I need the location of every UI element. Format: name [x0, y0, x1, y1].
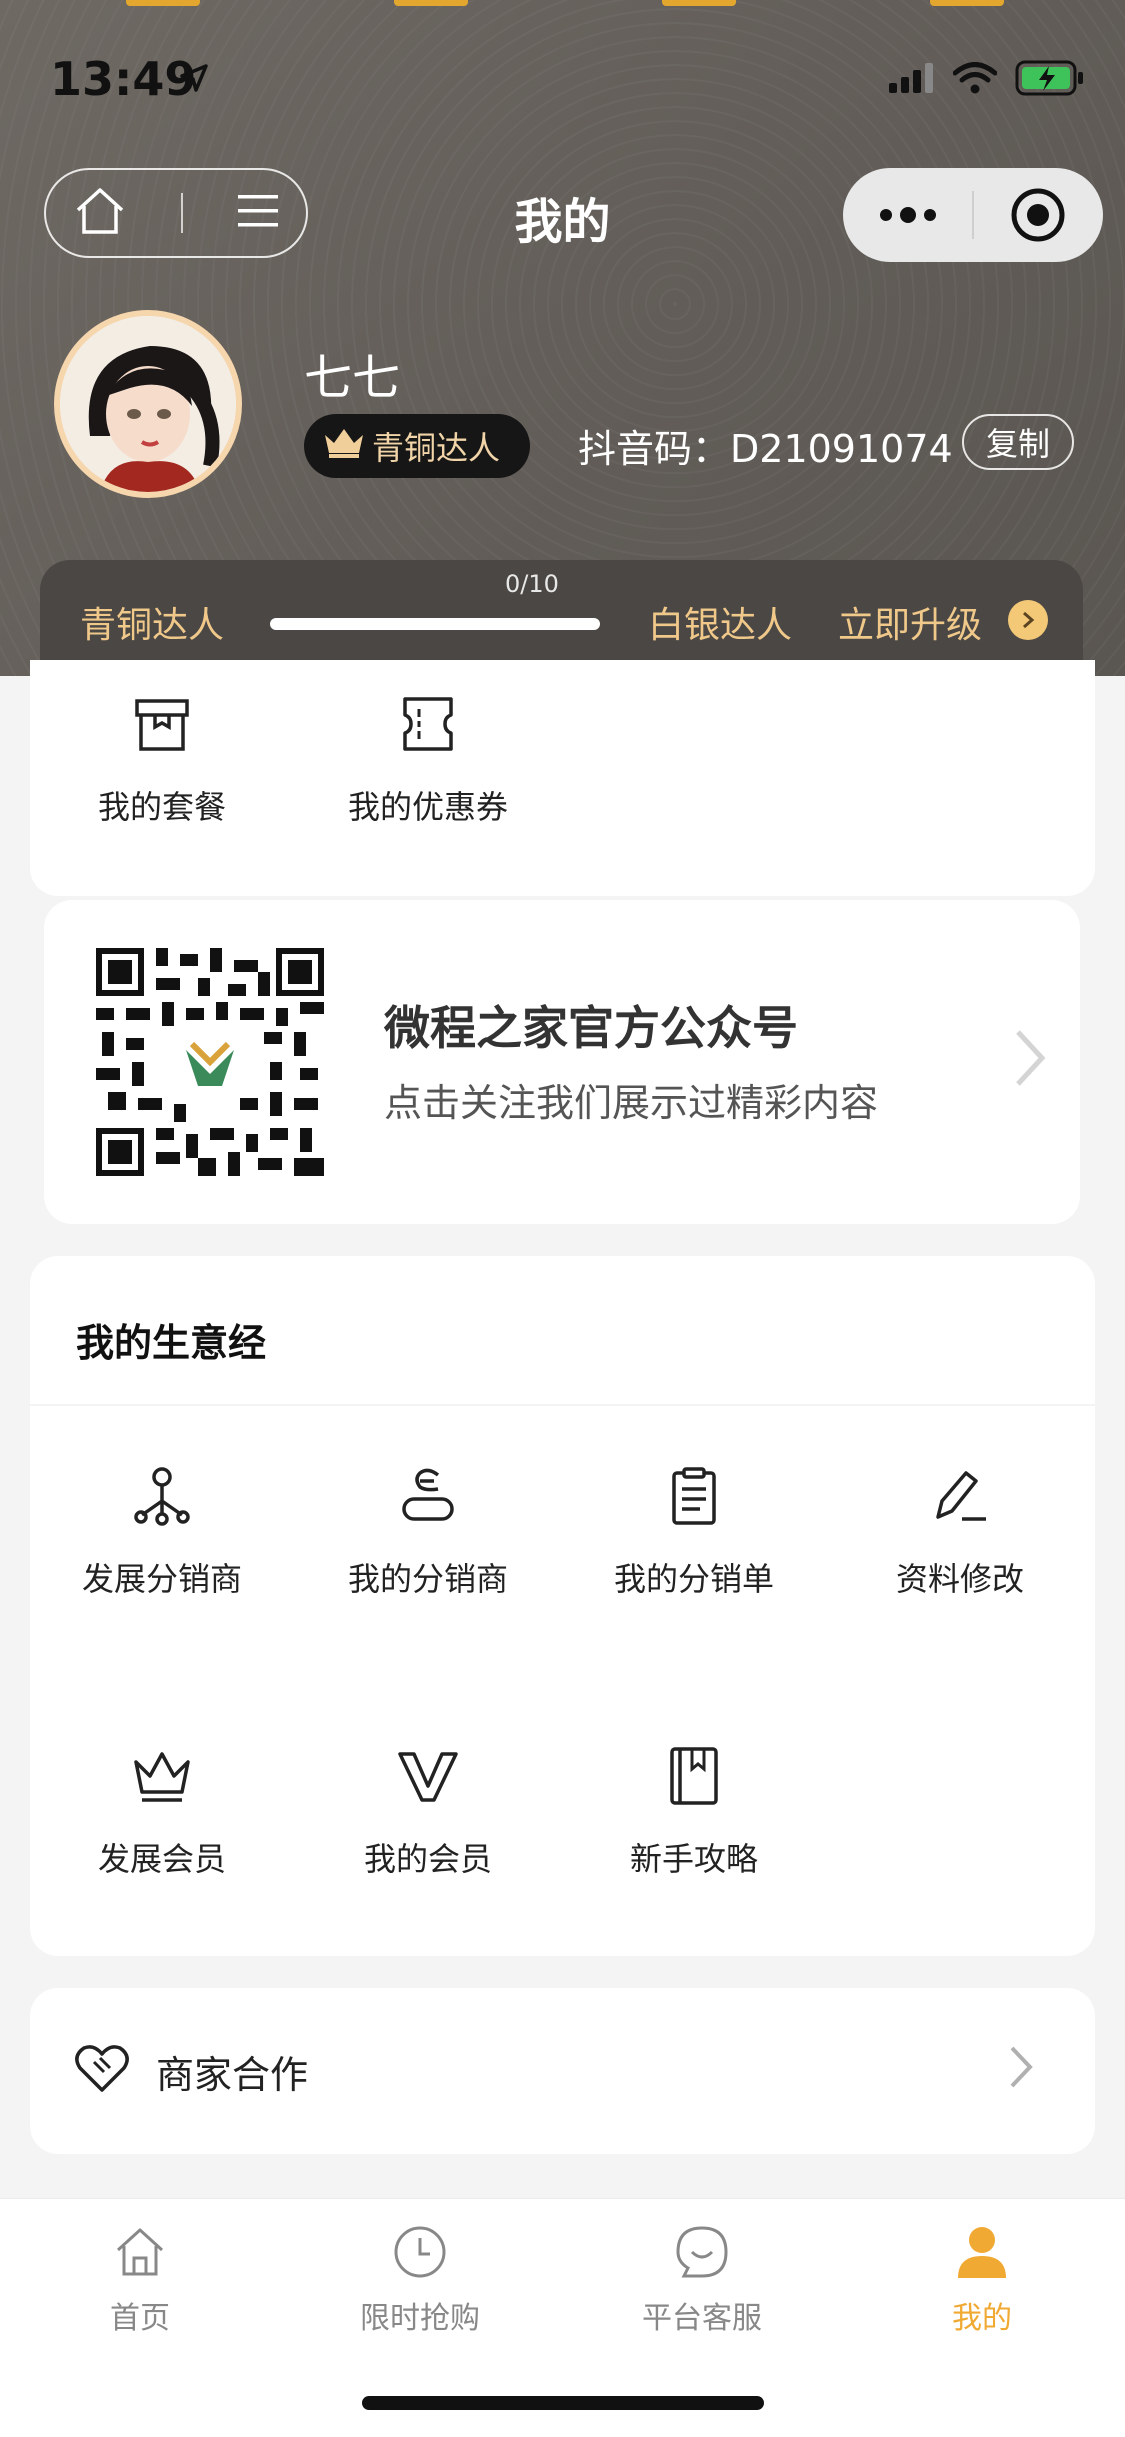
level-badge-label: 青铜达人 [372, 429, 501, 467]
official-account-subtitle: 点击关注我们展示过精彩内容 [384, 1081, 879, 1125]
business-item-my-members[interactable]: 我的会员 [328, 1736, 528, 1880]
business-item-label: 我的分销单 [613, 1560, 774, 1598]
target-icon [1011, 188, 1065, 242]
chevron-right-icon [1014, 1028, 1046, 1092]
tab-label: 平台客服 [642, 2301, 762, 2336]
tab-mine[interactable]: 我的 [882, 2217, 1082, 2337]
qr-code [96, 948, 324, 1176]
handshake-heart-icon [74, 2040, 130, 2100]
package-icon [62, 684, 262, 764]
tab-label: 我的 [952, 2301, 1012, 2336]
chevron-right-icon [1008, 2044, 1034, 2094]
home-indicator[interactable] [362, 2396, 764, 2410]
book-icon [594, 1736, 794, 1816]
status-icons [889, 60, 1085, 100]
chat-icon [602, 2217, 802, 2287]
top-marker [126, 0, 200, 6]
top-marker [394, 0, 468, 6]
merchant-cooperation-row[interactable]: 商家合作 [30, 1988, 1095, 2154]
quick-link-coupons[interactable]: 我的优惠券 [328, 684, 528, 828]
battery-icon [1015, 60, 1085, 100]
username: 七七 [304, 350, 401, 406]
edit-icon [860, 1456, 1060, 1536]
tab-home[interactable]: 首页 [40, 2217, 240, 2337]
douyin-code: 抖音码：D21091074 [578, 427, 953, 471]
more-dots-icon [879, 207, 936, 223]
top-marker [662, 0, 736, 6]
profile-header: 13:49 我的 七七 青铜达人 抖音码：D21091074 复制 青铜达人 0… [0, 0, 1125, 676]
more-button[interactable] [843, 168, 972, 262]
chevron-right-icon[interactable] [1008, 600, 1048, 640]
business-card: 我的生意经 发展分销商 我的分销商 我的分销单 资料修改 发展会员 我的会员 新… [30, 1256, 1095, 1956]
coupon-icon [328, 684, 528, 764]
next-level-label: 白银达人 [648, 605, 793, 646]
location-arrow-icon [178, 62, 210, 98]
business-item-my-distributors[interactable]: 我的分销商 [328, 1456, 528, 1600]
v-icon [328, 1736, 528, 1816]
divider [30, 1404, 1095, 1406]
business-item-edit-profile[interactable]: 资料修改 [860, 1456, 1060, 1600]
quick-link-label: 我的套餐 [97, 788, 226, 826]
distributor-icon [328, 1456, 528, 1536]
avatar-illustration [60, 316, 236, 492]
business-item-label: 发展分销商 [81, 1560, 242, 1598]
tab-flash-sale[interactable]: 限时抢购 [320, 2217, 520, 2337]
current-level-label: 青铜达人 [80, 605, 225, 646]
progress-count: 0/10 [505, 570, 559, 598]
business-item-beginner-guide[interactable]: 新手攻略 [594, 1736, 794, 1880]
tab-label: 首页 [110, 2301, 170, 2336]
progress-track [270, 618, 600, 630]
avatar[interactable] [54, 310, 242, 498]
merchant-cooperation-label: 商家合作 [156, 2053, 309, 2097]
quick-link-package[interactable]: 我的套餐 [62, 684, 262, 828]
level-badge[interactable]: 青铜达人 [304, 414, 530, 478]
crown-icon [62, 1736, 262, 1816]
clipboard-icon [594, 1456, 794, 1536]
quick-link-label: 我的优惠券 [347, 788, 508, 826]
official-account-title: 微程之家官方公众号 [384, 1001, 798, 1055]
business-item-develop-members[interactable]: 发展会员 [62, 1736, 262, 1880]
person-icon [882, 2217, 1082, 2287]
business-item-label: 我的分销商 [347, 1560, 508, 1598]
business-item-label: 我的会员 [363, 1840, 492, 1878]
official-account-card[interactable]: 微程之家官方公众号 点击关注我们展示过精彩内容 [44, 900, 1080, 1224]
upgrade-link[interactable]: 立即升级 [838, 596, 982, 648]
miniapp-capsule [843, 168, 1103, 262]
business-item-label: 发展会员 [97, 1840, 226, 1878]
crown-icon [322, 425, 366, 467]
status-time: 13:49 [50, 52, 197, 106]
network-icon [62, 1456, 262, 1536]
clock-icon [320, 2217, 520, 2287]
business-item-my-orders[interactable]: 我的分销单 [594, 1456, 794, 1600]
signal-icon [889, 63, 935, 97]
wifi-icon [952, 62, 998, 98]
copy-button[interactable]: 复制 [962, 414, 1074, 470]
top-marker [930, 0, 1004, 6]
business-item-develop-distributor[interactable]: 发展分销商 [62, 1456, 262, 1600]
close-miniapp-button[interactable] [974, 168, 1103, 262]
quick-links-card: 我的套餐 我的优惠券 [30, 660, 1095, 896]
business-title: 我的生意经 [76, 1321, 267, 1365]
home-icon [40, 2217, 240, 2287]
tab-customer-service[interactable]: 平台客服 [602, 2217, 802, 2337]
business-item-label: 新手攻略 [629, 1840, 758, 1878]
business-item-label: 资料修改 [895, 1560, 1024, 1598]
tab-label: 限时抢购 [360, 2301, 480, 2336]
